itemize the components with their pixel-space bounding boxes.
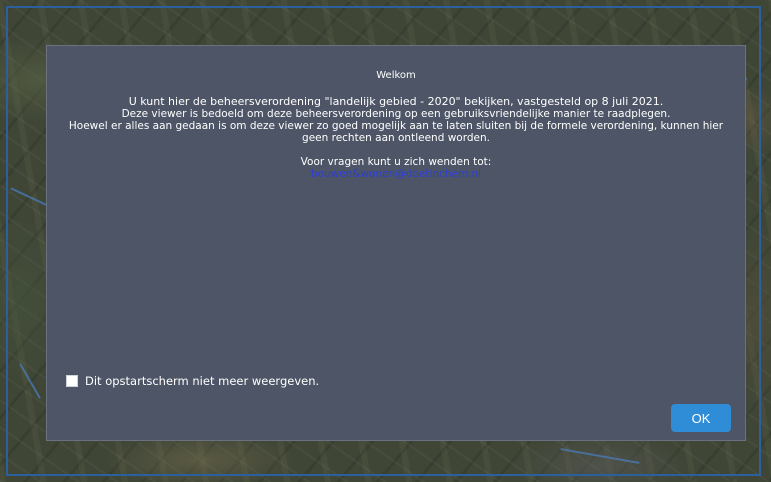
ok-button[interactable]: OK — [671, 404, 731, 432]
hide-startup-label: Dit opstartscherm niet meer weergeven. — [85, 374, 320, 388]
intro-line: Hoewel er alles aan gedaan is om deze vi… — [68, 120, 724, 144]
intro-text: U kunt hier de beheersverordening "lande… — [57, 95, 735, 145]
questions-label: Voor vragen kunt u zich wenden tot: — [300, 156, 492, 168]
dialog-body: Welkom U kunt hier de beheersverordening… — [57, 70, 735, 180]
contact-email-link[interactable]: bouwen&wonen@doetinchem.nl — [311, 168, 481, 180]
dialog-title: Welkom — [376, 70, 416, 81]
hide-startup-option[interactable]: Dit opstartscherm niet meer weergeven. — [66, 374, 319, 388]
intro-line: U kunt hier de beheersverordening "lande… — [128, 95, 664, 108]
welcome-dialog: Welkom U kunt hier de beheersverordening… — [46, 45, 746, 441]
contact-section: Voor vragen kunt u zich wenden tot: bouw… — [57, 156, 735, 180]
intro-line: Deze viewer is bedoeld om deze beheersve… — [121, 108, 671, 120]
hide-startup-checkbox[interactable] — [66, 375, 78, 387]
